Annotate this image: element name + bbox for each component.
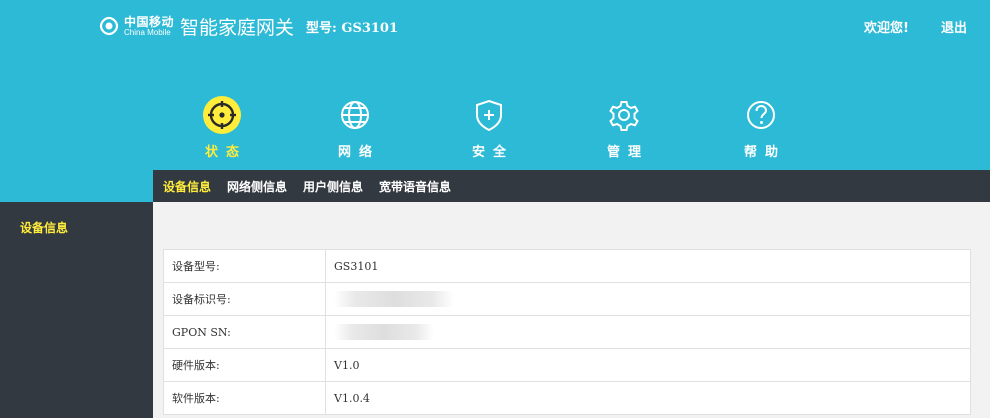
sidebar: 设备信息 bbox=[0, 170, 153, 418]
table-row: 硬件版本: V1.0 bbox=[163, 348, 971, 382]
nav-label-network: 网络 bbox=[337, 145, 380, 160]
brand: 中国移动 China Mobile 智能家庭网关 型号: GS3101 bbox=[98, 12, 398, 40]
redacted-block bbox=[334, 291, 454, 307]
nav-item-security[interactable]: 安全 bbox=[449, 95, 529, 160]
row-value: V1.0 bbox=[325, 348, 971, 382]
main-nav: 状态 网络 安全 管理 帮助 bbox=[0, 95, 990, 165]
nav-item-help[interactable]: 帮助 bbox=[721, 95, 801, 160]
nav-item-status[interactable]: 状态 bbox=[182, 95, 262, 160]
sidebar-header-strip bbox=[0, 170, 153, 202]
nav-label-status: 状态 bbox=[204, 145, 247, 160]
globe-icon bbox=[341, 101, 369, 129]
row-value-redacted bbox=[325, 315, 971, 349]
model-label: 型号: GS3101 bbox=[306, 20, 399, 36]
table-row: 软件版本: V1.0.4 bbox=[163, 381, 971, 415]
row-label: 设备型号: bbox=[163, 249, 326, 283]
question-icon bbox=[747, 101, 775, 129]
china-mobile-logo-icon bbox=[98, 15, 120, 37]
gear-icon bbox=[609, 101, 639, 131]
subnav-device-info[interactable]: 设备信息 bbox=[163, 178, 211, 195]
header-bar: 中国移动 China Mobile 智能家庭网关 型号: GS3101 欢迎您!… bbox=[0, 0, 990, 170]
gateway-title: 智能家庭网关 bbox=[180, 16, 295, 39]
target-icon bbox=[203, 96, 241, 134]
subnav-network-info[interactable]: 网络侧信息 bbox=[227, 178, 287, 195]
nav-item-manage[interactable]: 管理 bbox=[584, 95, 664, 160]
row-label: 软件版本: bbox=[163, 381, 326, 415]
row-label: 硬件版本: bbox=[163, 348, 326, 382]
welcome-text: 欢迎您! bbox=[864, 21, 909, 36]
device-info-table: 设备型号: GS3101 设备标识号: GPON SN: 硬件版本: V1.0 … bbox=[163, 249, 971, 415]
nav-item-network[interactable]: 网络 bbox=[315, 95, 395, 160]
shield-plus-icon bbox=[476, 99, 502, 132]
subnav-user-info[interactable]: 用户侧信息 bbox=[303, 178, 363, 195]
brand-en: China Mobile bbox=[124, 27, 171, 37]
logout-link[interactable]: 退出 bbox=[941, 17, 967, 36]
redacted-block bbox=[334, 324, 434, 340]
sidebar-item-device-info[interactable]: 设备信息 bbox=[20, 219, 68, 236]
brand-cn: 中国移动 bbox=[124, 14, 175, 29]
nav-label-security: 安全 bbox=[471, 145, 514, 160]
sub-nav: 设备信息 网络侧信息 用户侧信息 宽带语音信息 bbox=[153, 170, 990, 202]
content-area: 设备型号: GS3101 设备标识号: GPON SN: 硬件版本: V1.0 … bbox=[153, 202, 990, 418]
nav-label-help: 帮助 bbox=[743, 145, 786, 160]
row-value: GS3101 bbox=[325, 249, 971, 283]
subnav-voice-info[interactable]: 宽带语音信息 bbox=[379, 178, 451, 195]
table-row: 设备型号: GS3101 bbox=[163, 249, 971, 283]
row-label: GPON SN: bbox=[163, 315, 326, 349]
table-row: 设备标识号: bbox=[163, 282, 971, 316]
nav-label-manage: 管理 bbox=[606, 145, 649, 160]
row-label: 设备标识号: bbox=[163, 282, 326, 316]
row-value-redacted bbox=[325, 282, 971, 316]
table-row: GPON SN: bbox=[163, 315, 971, 349]
row-value: V1.0.4 bbox=[325, 381, 971, 415]
brand-text: 中国移动 China Mobile bbox=[124, 16, 174, 37]
